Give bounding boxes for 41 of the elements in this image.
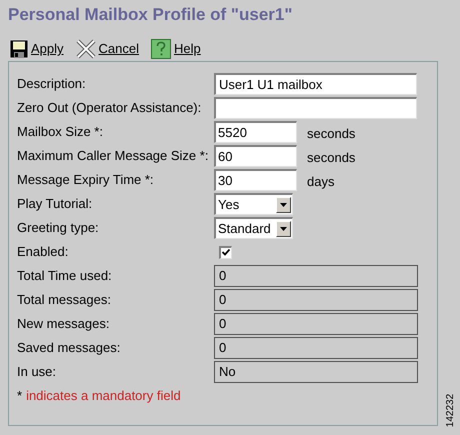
help-icon [151, 39, 171, 59]
field-label: Description: [17, 75, 87, 94]
field-label: Total messages: [17, 291, 112, 310]
unit-label: seconds [307, 125, 356, 144]
field-label: In use: [17, 363, 58, 382]
readonly-field: 0 [214, 265, 418, 287]
readonly-field: 0 [214, 337, 418, 359]
close-icon [76, 39, 96, 59]
field-label: Enabled: [17, 243, 70, 262]
text-field[interactable] [214, 97, 417, 119]
dropdown[interactable]: Yes [214, 193, 293, 215]
number-field[interactable]: 5520 [214, 121, 297, 143]
checkbox[interactable] [219, 246, 232, 258]
field-label: New messages: [17, 315, 110, 334]
field-label: Zero Out (Operator Assistance): [17, 99, 202, 118]
dropdown[interactable]: Standard [214, 217, 293, 239]
field-label: Total Time used: [17, 267, 113, 286]
readonly-field: 0 [214, 313, 418, 335]
field-label: Message Expiry Time *: [17, 171, 155, 190]
toolbar-link[interactable]: Help [174, 39, 201, 59]
page-title: Personal Mailbox Profile of "user1" [8, 4, 294, 26]
dropdown-arrow-icon [280, 202, 287, 206]
field-label: Greeting type: [17, 219, 100, 238]
field-label: Maximum Caller Message Size *: [17, 147, 210, 166]
field-label: Saved messages: [17, 339, 122, 358]
figure-number: 142232 [444, 393, 458, 427]
mandatory-note: indicates a mandatory field [26, 387, 181, 405]
readonly-field: 0 [214, 289, 418, 311]
dropdown-arrow-icon [280, 226, 287, 230]
number-field[interactable]: 60 [214, 145, 297, 167]
asterisk: * [17, 387, 22, 405]
text-field[interactable]: User1 U1 mailbox [214, 73, 417, 95]
toolbar-link[interactable]: Cancel [98, 39, 139, 59]
toolbar-link[interactable]: Apply [31, 39, 64, 59]
checkmark-icon [222, 249, 230, 256]
field-label: Mailbox Size *: [17, 123, 104, 142]
field-label: Play Tutorial: [17, 195, 94, 214]
unit-label: days [307, 173, 334, 192]
readonly-field: No [214, 361, 418, 383]
number-field[interactable]: 30 [214, 169, 297, 191]
unit-label: seconds [307, 149, 356, 168]
